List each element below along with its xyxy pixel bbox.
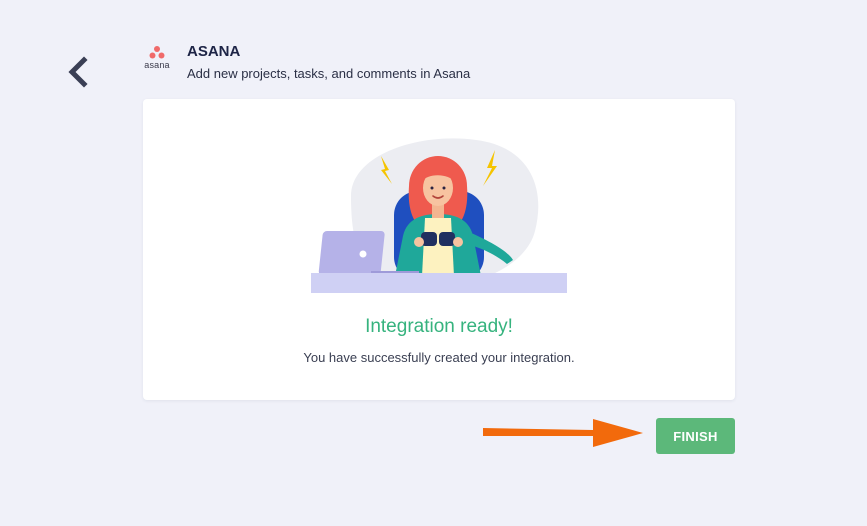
finish-button[interactable]: FINISH xyxy=(656,418,735,454)
integration-ready-heading: Integration ready! xyxy=(365,316,513,337)
integration-complete-page: asana ASANA Add new projects, tasks, and… xyxy=(0,0,867,526)
chevron-left-icon xyxy=(68,56,88,88)
integration-title: ASANA xyxy=(187,43,241,60)
asana-logo-icon xyxy=(149,46,165,59)
asana-logo: asana xyxy=(140,44,174,70)
integration-description: Add new projects, tasks, and comments in… xyxy=(187,66,471,81)
back-button[interactable] xyxy=(62,54,94,90)
logo-wordmark: asana xyxy=(144,60,170,70)
status-card: Integration ready! You have successfully… xyxy=(143,99,735,400)
integration-success-message: You have successfully created your integ… xyxy=(303,350,575,365)
arrow-right-icon xyxy=(483,419,643,447)
success-illustration xyxy=(311,138,567,293)
